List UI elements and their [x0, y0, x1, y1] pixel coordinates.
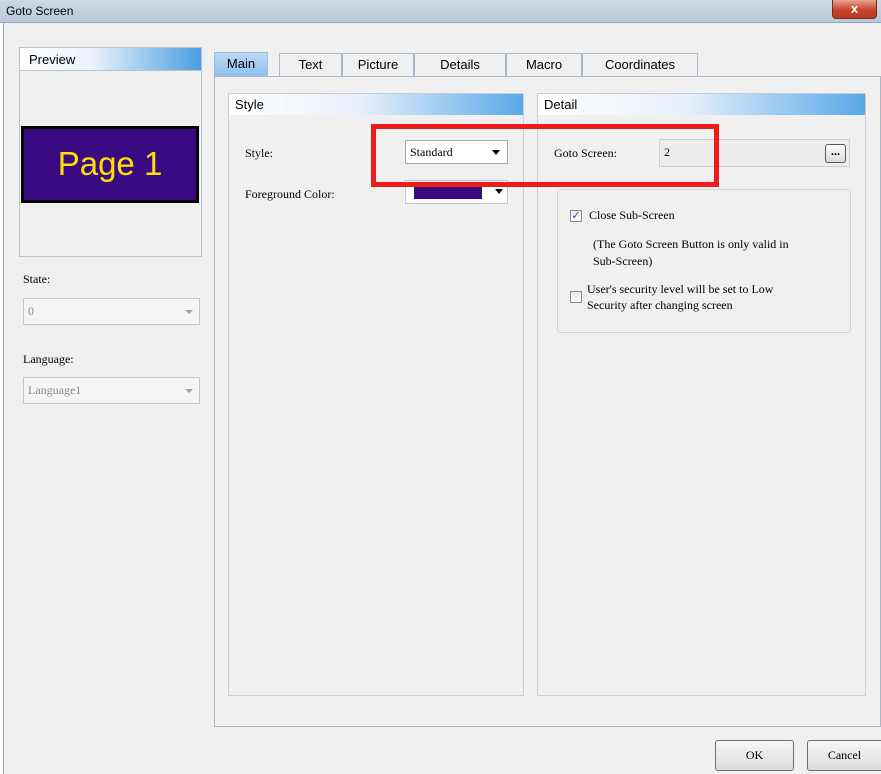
title-bar[interactable]: Goto Screen x: [0, 0, 881, 23]
style-label: Style:: [245, 146, 274, 160]
tab-macro[interactable]: Macro: [506, 53, 582, 76]
close-sub-screen-label: Close Sub-Screen: [589, 208, 675, 222]
close-icon: x: [850, 1, 859, 16]
state-value: 0: [28, 304, 34, 318]
security-line-2: Security after changing screen: [587, 298, 733, 312]
style-group-header: Style: [229, 94, 523, 115]
tab-main[interactable]: Main: [214, 52, 268, 76]
note-line-2: Sub-Screen): [593, 254, 653, 268]
preview-panel: Preview Page 1: [19, 47, 202, 257]
security-checkbox[interactable]: [570, 291, 582, 303]
highlight-annotation: [371, 124, 719, 187]
state-label: State:: [23, 272, 51, 286]
tab-text[interactable]: Text: [279, 53, 342, 76]
ok-button[interactable]: OK: [715, 740, 794, 771]
chevron-down-icon: [185, 389, 193, 393]
tab-picture[interactable]: Picture: [342, 53, 414, 76]
browse-button[interactable]: ...: [825, 144, 846, 163]
color-swatch: [414, 185, 482, 199]
foreground-color-label: Foreground Color:: [245, 187, 335, 201]
security-line-1: User's security level will be set to Low: [587, 282, 774, 296]
chevron-down-icon: [185, 310, 193, 314]
language-label: Language:: [23, 352, 74, 366]
preview-label: Preview: [29, 52, 76, 67]
language-select[interactable]: Language1: [23, 377, 200, 404]
note-line-1: (The Goto Screen Button is only valid in: [593, 237, 789, 251]
chevron-down-icon: [495, 189, 503, 194]
preview-page-button: Page 1: [21, 126, 199, 203]
tab-details[interactable]: Details: [414, 53, 506, 76]
preview-header: Preview: [20, 48, 201, 71]
state-select[interactable]: 0: [23, 298, 200, 325]
tab-coordinates[interactable]: Coordinates: [582, 53, 698, 76]
close-button[interactable]: x: [832, 0, 877, 19]
window-title: Goto Screen: [6, 4, 74, 18]
detail-group-header: Detail: [538, 94, 865, 115]
close-sub-screen-checkbox[interactable]: ✓: [570, 210, 582, 222]
language-value: Language1: [28, 383, 82, 397]
cancel-button[interactable]: Cancel: [807, 740, 881, 771]
